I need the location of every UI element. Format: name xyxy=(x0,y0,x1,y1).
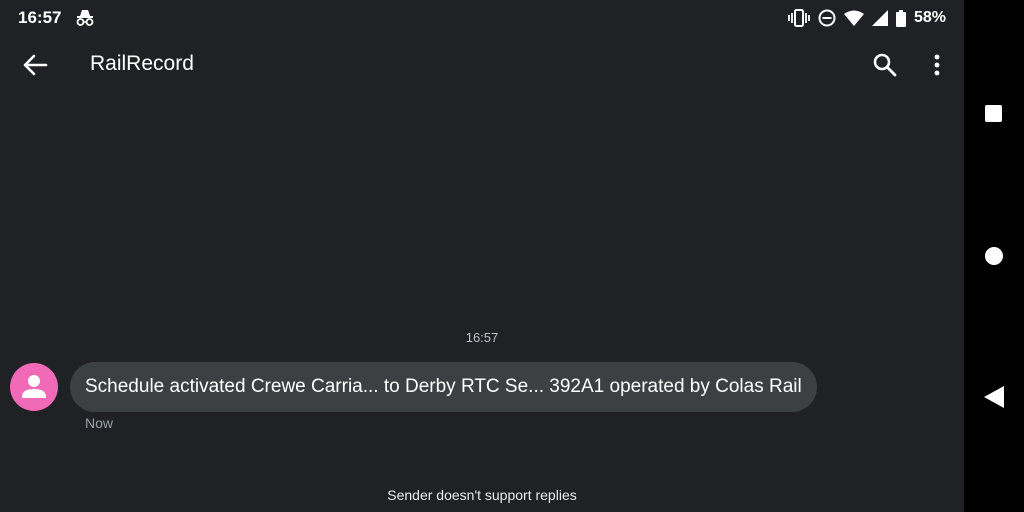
message-text: Schedule activated Crewe Carria... to De… xyxy=(85,376,802,397)
person-icon xyxy=(22,375,46,398)
back-triangle-icon[interactable] xyxy=(984,386,1004,408)
message-timestamp: 16:57 xyxy=(465,330,499,345)
message-bubble[interactable]: Schedule activated Crewe Carria... to De… xyxy=(70,362,817,412)
vibrate-icon xyxy=(788,9,810,27)
wifi-icon xyxy=(843,10,864,26)
battery-percent: 58% xyxy=(913,9,946,26)
messages-screen: 16:57 58% RailRecord 16:57 Schedule acti… xyxy=(0,0,964,512)
more-vert-icon[interactable] xyxy=(925,52,949,78)
message-status: Now xyxy=(85,415,114,431)
no-reply-notice: Sender doesn't support replies xyxy=(387,487,577,503)
status-time: 16:57 xyxy=(18,8,62,27)
signal-icon xyxy=(871,10,888,26)
battery-icon xyxy=(895,9,906,27)
avatar[interactable] xyxy=(10,363,58,411)
dnd-icon xyxy=(818,9,836,27)
status-icons: 58% xyxy=(788,6,946,30)
back-arrow-icon[interactable] xyxy=(22,52,48,78)
home-circle-icon[interactable] xyxy=(985,247,1003,265)
conversation-title: RailRecord xyxy=(90,52,194,75)
recents-square-icon[interactable] xyxy=(985,105,1002,122)
search-icon[interactable] xyxy=(872,52,898,78)
incognito-icon xyxy=(76,10,94,26)
